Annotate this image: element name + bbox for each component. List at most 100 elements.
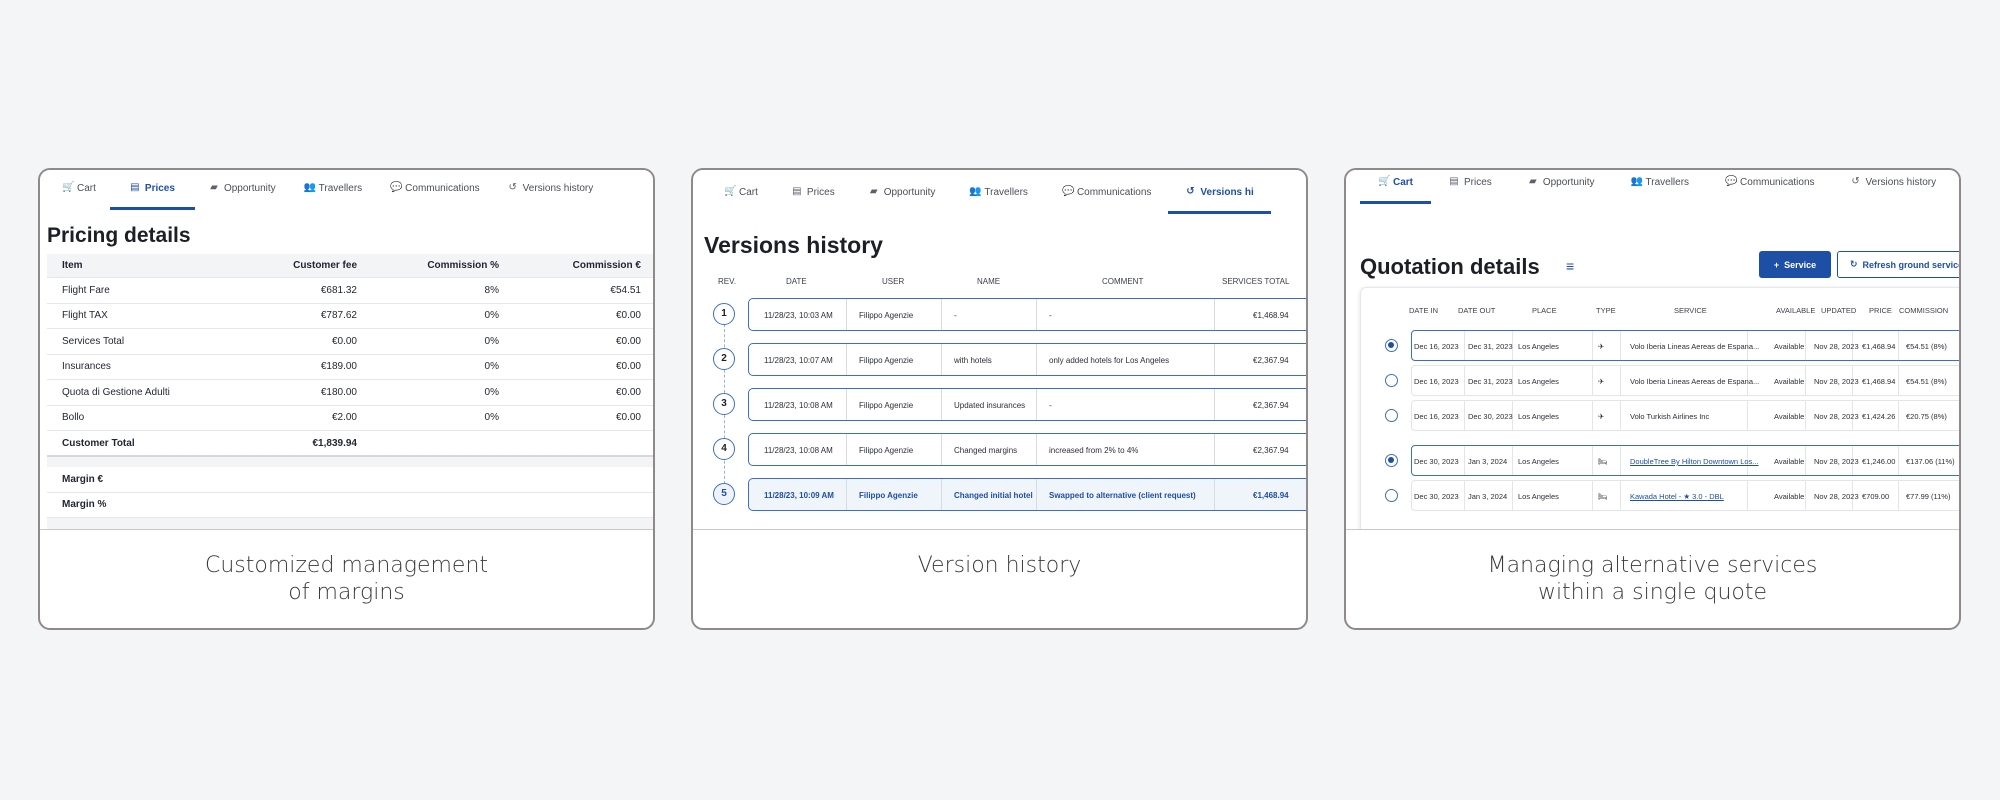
table-cell: €189.00 [320,361,357,373]
chat-icon: 💬 [1725,176,1738,187]
tab-label: Cart [1393,176,1414,188]
refresh-ground-services-button[interactable]: ↻ Refresh ground services [1837,251,1959,278]
caption-line: Version history [917,553,1082,578]
service-service[interactable]: DoubleTree By Hilton Downtown Los... [1630,457,1759,466]
service-commission: €77.99 (11%) [1906,492,1951,501]
service-service[interactable]: Kawada Hotel - ★ 3.0 - DBL [1630,492,1724,501]
refresh-icon: ↻ [1850,259,1858,269]
table-cell: Insurances [62,361,111,373]
tab-versions-history[interactable]: ↺ Versions history [1833,170,1955,204]
service-radio[interactable] [1385,489,1398,502]
receipt-icon: ▤ [792,186,802,197]
card-pricing: 🛒 Cart ▤ Prices ▰ Opportunity 👥 Travellers 💬 Comm… [38,168,655,630]
service-row[interactable]: Dec 16, 2023 Dec 31, 2023 Los Angeles ✈ Volo… [1411,330,1959,361]
plane-icon: ✈ [1598,342,1605,351]
tab-travellers[interactable]: 👥 Travellers [952,170,1045,214]
table-cell: €0.00 [615,335,641,347]
tab-communications[interactable]: 💬 Communications [1707,170,1832,204]
service-radio[interactable] [1385,409,1398,422]
margin-euro-row[interactable]: Margin € [47,467,653,493]
tab-prices[interactable]: ▤ Prices [109,170,195,210]
service-price: €1,468.94 [1862,342,1896,351]
column-header: REV. [718,277,736,286]
quotation-table: DATE IN DATE OUT PLACE TYPE SERVICE AVAI… [1360,287,1959,530]
service-price: €1,468.94 [1862,377,1896,386]
tab-prices[interactable]: ▤ Prices [775,170,852,214]
cart-icon: 🛒 [62,182,75,193]
service-row[interactable]: Dec 30, 2023 Jan 3, 2024 Los Angeles 🛏 Doubl… [1411,445,1959,476]
version-user: Filippo Agenzie [859,491,918,500]
tab-opportunity[interactable]: ▰ Opportunity [195,170,290,210]
table-header: DATE IN DATE OUT PLACE TYPE SERVICE AVAI… [1361,306,1959,320]
version-row[interactable]: 11/28/23, 10:09 AM Filippo Agenzie Changed… [748,478,1306,511]
version-name: Changed initial hotel [954,491,1033,500]
version-user: Filippo Agenzie [859,311,914,320]
tab-opportunity[interactable]: ▰ Opportunity [1510,170,1613,204]
service-place: Los Angeles [1518,377,1559,386]
tab-cart[interactable]: 🛒 Cart [48,170,110,210]
service-radio[interactable] [1385,454,1398,467]
caption-line: Managing alternative services [1487,553,1818,578]
version-comment: - [1049,311,1052,320]
tab-label: Opportunity [1542,176,1595,188]
service-updated: Nov 28, 2023 [1814,412,1859,421]
pricing-table: Item Customer fee Commission % Commissio… [47,254,653,530]
service-radio[interactable] [1385,374,1398,387]
table-cell: €0.00 [615,361,641,373]
table-cell: 0% [484,386,499,398]
tab-communications[interactable]: 💬 Communications [1045,170,1168,214]
tab-label: Versions history [1865,176,1937,188]
revision-number: 3 [713,393,735,415]
total-value: €1,839.94 [312,437,358,449]
service-row[interactable]: Dec 30, 2023 Jan 3, 2024 Los Angeles 🛏 Kawad… [1411,480,1959,511]
tab-cart[interactable]: 🛒 Cart [1360,170,1432,204]
card-caption: Customized management of margins [40,552,653,606]
revision-number: 5 [713,483,735,505]
version-row[interactable]: 11/28/23, 10:07 AM Filippo Agenzie with ho… [748,343,1306,376]
service-service: Volo Turkish Airlines Inc [1630,412,1710,421]
service-row[interactable]: Dec 16, 2023 Dec 30, 2023 Los Angeles ✈ Volo… [1411,400,1959,431]
version-row[interactable]: 11/28/23, 10:08 AM Filippo Agenzie Changed… [748,433,1306,466]
column-header: COMMENT [1102,277,1144,286]
tab-prices[interactable]: ▤ Prices [1431,170,1510,204]
table-cell: 0% [484,412,499,424]
service-date-in: Dec 30, 2023 [1414,457,1459,466]
folder-icon: ▰ [210,182,218,193]
history-icon: ↺ [1186,186,1195,197]
bed-icon: 🛏 [1598,457,1608,466]
version-row[interactable]: 11/28/23, 10:08 AM Filippo Agenzie Updated… [748,388,1306,421]
page-title: Versions history [704,232,883,258]
pricing-screenshot: 🛒 Cart ▤ Prices ▰ Opportunity 👥 Travellers 💬 Comm… [40,170,653,530]
service-commission: €54.51 (8%) [1906,377,1947,386]
service-radio[interactable] [1385,339,1398,352]
tab-versions-history[interactable]: ↺ Versions history [494,170,608,210]
tab-travellers[interactable]: 👥 Travellers [290,170,377,210]
column-header: DATE IN [1409,306,1439,315]
tab-opportunity[interactable]: ▰ Opportunity [852,170,953,214]
tab-label: Opportunity [883,186,936,198]
filter-icon[interactable]: ≡ [1566,258,1574,274]
version-row[interactable]: 11/28/23, 10:03 AM Filippo Agenzie - - €1,46… [748,298,1306,331]
table-row: Flight TAX €787.62 0% €0.00 [47,303,653,329]
column-header: USER [882,277,905,286]
column-header: SERVICES TOTAL [1222,277,1290,286]
table-cell: €180.00 [320,386,357,398]
tab-label: Opportunity [223,182,276,194]
service-available: Available [1774,342,1805,351]
margin-percent-row[interactable]: Margin % [47,492,653,518]
version-total: €2,367.94 [1253,401,1289,410]
chat-icon: 💬 [1061,186,1075,197]
tab-cart[interactable]: 🛒 Cart [707,170,775,214]
bed-icon: 🛏 [1598,492,1608,501]
cart-icon: 🛒 [1378,176,1391,187]
table-cell: 0% [484,310,499,322]
service-row[interactable]: Dec 16, 2023 Dec 31, 2023 Los Angeles ✈ Volo… [1411,365,1959,396]
tab-travellers[interactable]: 👥 Travellers [1613,170,1708,204]
add-service-button[interactable]: + Service [1759,251,1831,278]
tab-communications[interactable]: 💬 Communications [376,170,493,210]
service-updated: Nov 28, 2023 [1814,377,1859,386]
service-available: Available [1774,492,1805,501]
tab-versions-hi[interactable]: ↺ Versions hi [1168,170,1272,214]
service-place: Los Angeles [1518,492,1559,501]
revision-number: 1 [713,303,735,325]
